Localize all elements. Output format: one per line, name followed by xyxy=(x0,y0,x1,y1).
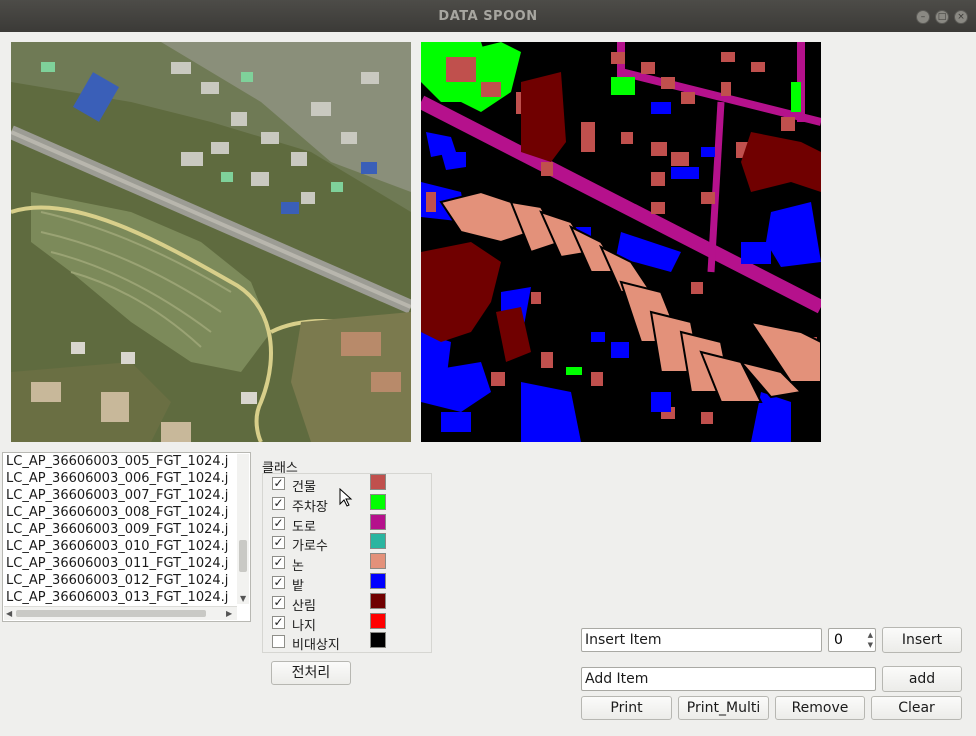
class-label: 논 xyxy=(292,559,304,574)
segmentation-mask xyxy=(421,42,821,442)
class-checkbox[interactable]: ✓ xyxy=(272,616,285,629)
print-multi-button[interactable]: Print_Multi xyxy=(678,696,769,720)
scroll-thumb-horizontal[interactable] xyxy=(16,610,206,617)
scroll-right-icon[interactable]: ▶ xyxy=(226,609,232,618)
class-color-swatch[interactable] xyxy=(370,494,386,510)
list-item[interactable]: LC_AP_36606003_006_FGT_1024.j xyxy=(6,471,236,486)
class-label: 가로수 xyxy=(292,539,328,554)
add-button[interactable]: add xyxy=(882,666,962,692)
class-color-swatch[interactable] xyxy=(370,474,386,490)
clear-button[interactable]: Clear xyxy=(871,696,962,720)
list-item[interactable]: LC_AP_36606003_005_FGT_1024.j xyxy=(6,454,236,469)
class-checkbox[interactable]: ✓ xyxy=(272,497,285,510)
class-label: 산림 xyxy=(292,599,316,614)
class-checkbox[interactable]: ✓ xyxy=(272,596,285,609)
class-color-swatch[interactable] xyxy=(370,613,386,629)
close-icon[interactable]: × xyxy=(954,10,968,24)
class-checkbox[interactable] xyxy=(272,635,285,648)
insert-item-field[interactable]: Insert Item xyxy=(581,628,822,652)
list-item[interactable]: LC_AP_36606003_013_FGT_1024.j xyxy=(6,590,236,605)
class-label: 나지 xyxy=(292,619,316,634)
vertical-scrollbar[interactable]: ▼ xyxy=(237,454,249,604)
class-color-swatch[interactable] xyxy=(370,632,386,648)
class-color-swatch[interactable] xyxy=(370,553,386,569)
class-checkbox[interactable]: ✓ xyxy=(272,517,285,530)
class-color-swatch[interactable] xyxy=(370,514,386,530)
window-title: DATA SPOON xyxy=(438,9,538,24)
class-label: 도로 xyxy=(292,520,316,535)
class-label: 비대상지 xyxy=(292,638,340,653)
aerial-image xyxy=(11,42,411,442)
list-item[interactable]: LC_AP_36606003_009_FGT_1024.j xyxy=(6,522,236,537)
mouse-cursor-icon xyxy=(339,488,353,507)
list-item[interactable]: LC_AP_36606003_011_FGT_1024.j xyxy=(6,556,236,571)
insert-button[interactable]: Insert xyxy=(882,627,962,653)
minimize-icon[interactable]: – xyxy=(916,10,930,24)
class-checkbox[interactable]: ✓ xyxy=(272,576,285,589)
class-color-swatch[interactable] xyxy=(370,573,386,589)
class-label: 건물 xyxy=(292,480,316,495)
scroll-down-icon[interactable]: ▼ xyxy=(240,594,246,603)
list-item[interactable]: LC_AP_36606003_007_FGT_1024.j xyxy=(6,488,236,503)
list-item[interactable]: LC_AP_36606003_008_FGT_1024.j xyxy=(6,505,236,520)
print-button[interactable]: Print xyxy=(581,696,672,720)
file-list[interactable]: LC_AP_36606003_005_FGT_1024.j LC_AP_3660… xyxy=(2,452,251,622)
window-titlebar: DATA SPOON – □ × xyxy=(0,0,976,32)
spin-value: 0 xyxy=(834,632,843,648)
insert-index-spinbox[interactable]: 0 ▲ ▼ xyxy=(828,628,876,652)
list-item[interactable]: LC_AP_36606003_012_FGT_1024.j xyxy=(6,573,236,588)
spin-down-icon[interactable]: ▼ xyxy=(868,641,873,649)
preprocess-button[interactable]: 전처리 xyxy=(271,661,351,685)
list-item[interactable]: LC_AP_36606003_010_FGT_1024.j xyxy=(6,539,236,554)
spin-up-icon[interactable]: ▲ xyxy=(868,631,873,639)
horizontal-scrollbar[interactable]: ◀ ▶ xyxy=(4,606,237,620)
class-checkbox[interactable]: ✓ xyxy=(272,477,285,490)
class-color-swatch[interactable] xyxy=(370,533,386,549)
class-checkbox[interactable]: ✓ xyxy=(272,536,285,549)
add-item-field[interactable]: Add Item xyxy=(581,667,876,691)
class-checkbox[interactable]: ✓ xyxy=(272,556,285,569)
scroll-left-icon[interactable]: ◀ xyxy=(6,609,12,618)
remove-button[interactable]: Remove xyxy=(775,696,865,720)
maximize-icon[interactable]: □ xyxy=(935,10,949,24)
class-label: 밭 xyxy=(292,579,304,594)
class-label: 주차장 xyxy=(292,500,328,515)
scroll-thumb[interactable] xyxy=(239,540,247,572)
class-color-swatch[interactable] xyxy=(370,593,386,609)
